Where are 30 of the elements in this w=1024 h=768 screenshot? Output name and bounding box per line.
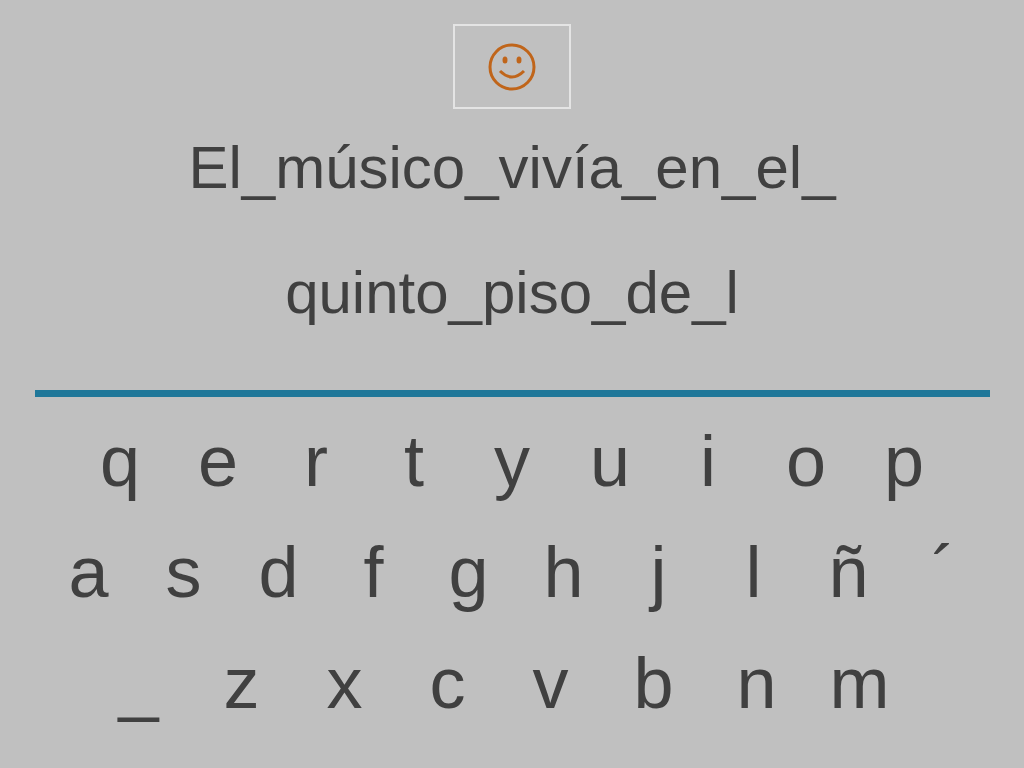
letter-key[interactable]: v xyxy=(499,641,602,725)
letter-key[interactable]: f xyxy=(326,530,421,614)
letter-key[interactable]: q xyxy=(71,419,169,503)
letter-key[interactable]: _ xyxy=(87,641,190,725)
letter-key[interactable]: g xyxy=(421,530,516,614)
letter-key[interactable]: d xyxy=(231,530,326,614)
letter-key[interactable]: b xyxy=(602,641,705,725)
letter-key[interactable]: l xyxy=(706,530,801,614)
letter-key[interactable]: r xyxy=(267,419,365,503)
letter-key[interactable]: z xyxy=(190,641,293,725)
letter-key[interactable]: c xyxy=(396,641,499,725)
letter-key[interactable]: ñ xyxy=(801,530,896,614)
letter-key[interactable]: i xyxy=(659,419,757,503)
letter-key[interactable]: j xyxy=(611,530,706,614)
letter-key[interactable]: a xyxy=(41,530,136,614)
sentence-text: quinto_piso_de_l xyxy=(285,259,739,326)
letter-key[interactable]: y xyxy=(463,419,561,503)
letter-key[interactable]: ´ xyxy=(896,530,991,614)
letter-key[interactable]: t xyxy=(365,419,463,503)
letter-key[interactable]: m xyxy=(808,641,911,725)
letter-key[interactable]: s xyxy=(136,530,231,614)
smiley-icon xyxy=(487,41,537,92)
letter-key[interactable]: n xyxy=(705,641,808,725)
sentence-text: El_músico_vivía_en_el_ xyxy=(188,134,836,201)
letter-key[interactable]: e xyxy=(169,419,267,503)
letter-key[interactable]: u xyxy=(561,419,659,503)
letter-key[interactable]: x xyxy=(293,641,396,725)
letter-key[interactable]: h xyxy=(516,530,611,614)
letter-key[interactable]: o xyxy=(757,419,855,503)
letter-key[interactable]: p xyxy=(855,419,953,503)
